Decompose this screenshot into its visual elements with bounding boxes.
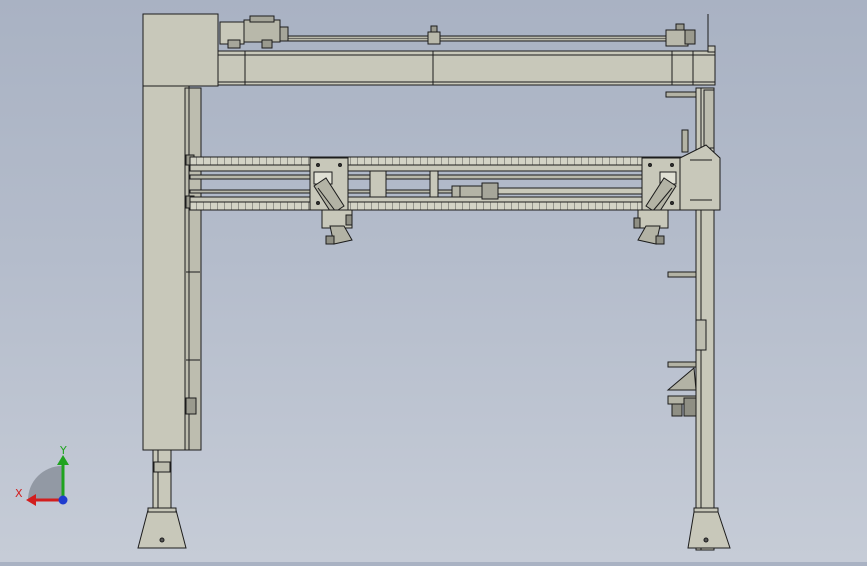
lower-rail-band <box>189 196 701 203</box>
upper-rail-band <box>189 164 701 172</box>
top-beam-body <box>217 50 716 86</box>
left-column <box>142 13 219 451</box>
triad-y-label: Y <box>59 444 67 457</box>
guide-rail-1 <box>189 174 701 180</box>
top-drive <box>219 15 696 49</box>
middle-beam <box>189 156 701 211</box>
z-axis-dot-icon <box>58 495 68 505</box>
left-leg <box>137 449 187 549</box>
left-column-top-block <box>142 13 219 87</box>
right-gripper <box>637 209 669 229</box>
triad-x-label: X <box>15 487 23 500</box>
top-beam <box>217 14 716 86</box>
upper-ladder-rail <box>189 156 701 166</box>
drive-motor <box>243 19 281 43</box>
gantry-assembly-drawing[interactable]: Y X <box>0 0 867 562</box>
left-column-side-rail <box>184 87 202 451</box>
cad-viewport[interactable]: Y X <box>0 0 867 562</box>
right-leg-foot <box>687 511 731 549</box>
coordinate-triad: Y X <box>15 444 69 506</box>
lower-ladder-rail <box>189 201 701 211</box>
left-carriage <box>309 157 353 245</box>
triad-plane-icon <box>28 466 62 500</box>
